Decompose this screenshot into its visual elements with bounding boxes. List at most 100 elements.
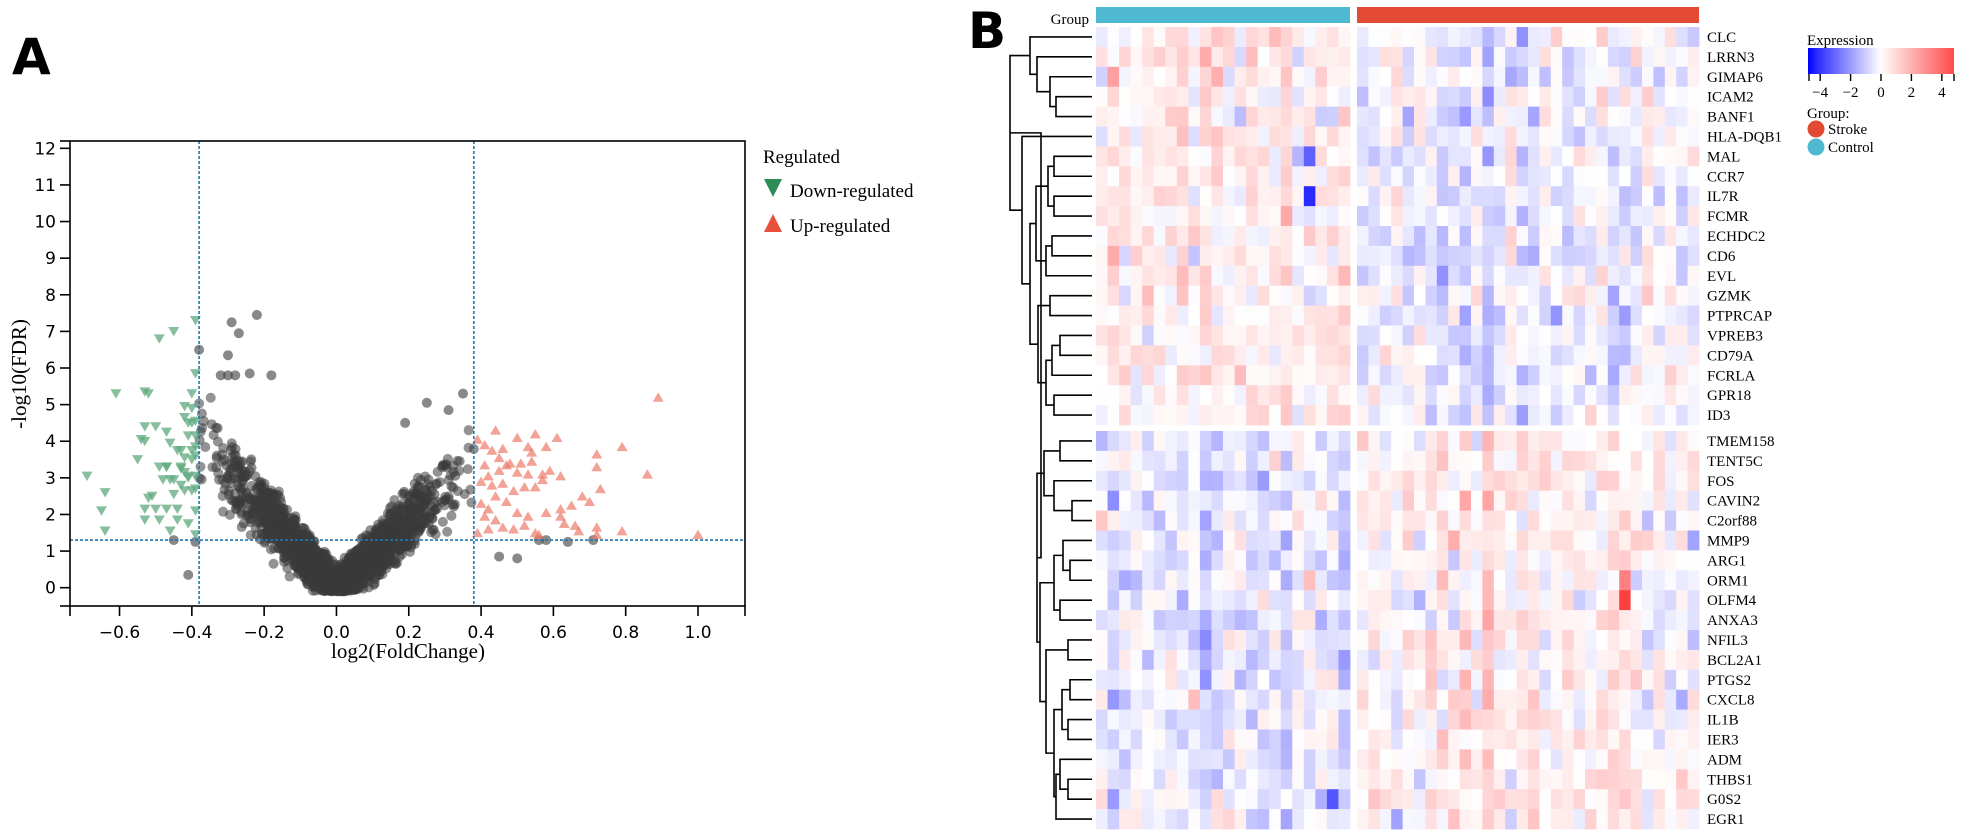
heatmap-cell xyxy=(1528,245,1540,267)
heatmap-cell xyxy=(1292,166,1305,187)
heatmap-cell xyxy=(1687,470,1700,492)
heatmap-cell xyxy=(1573,345,1586,366)
heatmap-cell xyxy=(1107,470,1120,492)
heatmap-cell xyxy=(1436,610,1449,631)
ns-point xyxy=(414,498,425,509)
heatmap-cell xyxy=(1687,226,1700,247)
heatmap-cell xyxy=(1550,450,1563,472)
heatmap-cell xyxy=(1246,405,1259,426)
heatmap-cell xyxy=(1539,86,1552,107)
heatmap-cell xyxy=(1687,450,1700,472)
heatmap-cell xyxy=(1107,510,1120,531)
heatmap-cell xyxy=(1338,106,1351,127)
heatmap-cell xyxy=(1516,186,1529,207)
down-regulated-point xyxy=(161,462,173,472)
heatmap-cell xyxy=(1687,305,1700,326)
heatmap-cell xyxy=(1096,590,1108,611)
heatmap-cell xyxy=(1292,649,1305,671)
heatmap-cell xyxy=(1199,365,1212,386)
heatmap-cell xyxy=(1642,570,1654,591)
heatmap-cell xyxy=(1292,385,1305,406)
heatmap-cell xyxy=(1573,365,1586,386)
dendrogram-branch-15 xyxy=(1037,304,1050,384)
heatmap-cell xyxy=(1379,510,1392,531)
heatmap-cell xyxy=(1142,809,1155,830)
heatmap-cell xyxy=(1119,146,1132,167)
heatmap-cell xyxy=(1505,66,1517,88)
heatmap-cell xyxy=(1664,490,1677,511)
heatmap-cell xyxy=(1562,689,1574,710)
heatmap-cell xyxy=(1471,510,1483,531)
heatmap-cell xyxy=(1096,649,1108,671)
heatmap-cell xyxy=(1414,245,1426,267)
heatmap-cell xyxy=(1326,206,1339,227)
ns-point xyxy=(462,464,473,475)
heatmap-cell xyxy=(1550,206,1563,227)
heatmap-cell xyxy=(1188,789,1201,810)
heatmap-cell xyxy=(1379,66,1392,88)
heatmap-cell xyxy=(1292,245,1305,267)
dendrogram-branch-5 xyxy=(1053,195,1092,217)
heatmap-cell xyxy=(1257,789,1270,810)
heatmap-cell xyxy=(1269,365,1282,386)
heatmap-cell xyxy=(1596,46,1609,68)
heatmap-cell xyxy=(1550,345,1563,366)
heatmap-cell xyxy=(1653,285,1666,306)
heatmap-cell xyxy=(1573,769,1586,790)
heatmap-cell xyxy=(1188,86,1201,107)
heatmap-cell xyxy=(1391,106,1403,127)
heatmap-cell xyxy=(1199,126,1212,147)
heatmap-cell xyxy=(1585,66,1597,88)
heatmap-cell xyxy=(1471,470,1483,492)
heatmap-cell xyxy=(1505,470,1517,492)
heatmap-cell xyxy=(1493,669,1506,691)
heatmap-cell xyxy=(1269,649,1282,671)
heatmap-cell xyxy=(1607,345,1620,366)
heatmap-cell xyxy=(1448,729,1460,750)
heatmap-cell xyxy=(1619,245,1631,267)
heatmap-row-fcmr xyxy=(1096,206,1700,227)
ns-point xyxy=(347,574,358,585)
heatmap-cell xyxy=(1280,450,1293,472)
heatmap-cell xyxy=(1326,345,1339,366)
heatmap-cell xyxy=(1630,450,1643,472)
heatmap-cell xyxy=(1585,186,1597,207)
heatmap-cell xyxy=(1391,590,1403,611)
heatmap-cell xyxy=(1630,146,1643,167)
heatmap-cell xyxy=(1269,809,1282,830)
heatmap-cell xyxy=(1303,405,1316,426)
heatmap-cell xyxy=(1368,809,1381,830)
heatmap-cell xyxy=(1315,345,1328,366)
heatmap-cell xyxy=(1107,146,1120,167)
heatmap-cell xyxy=(1223,126,1235,147)
heatmap-cell xyxy=(1391,550,1403,571)
heatmap-cell xyxy=(1676,769,1688,790)
heatmap-cell xyxy=(1096,550,1108,571)
heatmap-cell xyxy=(1573,66,1586,88)
heatmap-cell xyxy=(1550,265,1563,287)
heatmap-row-clc xyxy=(1096,27,1700,48)
heatmap-cell xyxy=(1425,530,1438,551)
heatmap-cell xyxy=(1471,345,1483,366)
heatmap-cell xyxy=(1505,450,1517,472)
heatmap-row-echdc2 xyxy=(1096,226,1700,247)
heatmap-cell xyxy=(1257,510,1270,531)
ns-point xyxy=(512,553,523,564)
heatmap-cell xyxy=(1142,206,1155,227)
heatmap-cell xyxy=(1326,610,1339,631)
heatmap-cell xyxy=(1596,285,1609,306)
heatmap-cell xyxy=(1269,206,1282,227)
heatmap-cell xyxy=(1562,166,1574,187)
heatmap-cell xyxy=(1280,66,1293,88)
heatmap-cell xyxy=(1585,265,1597,287)
heatmap-cell xyxy=(1292,265,1305,287)
heatmap-cell xyxy=(1391,186,1403,207)
dendrogram-branch-8 xyxy=(1045,245,1092,277)
heatmap-cell xyxy=(1234,709,1247,730)
heatmap-cell xyxy=(1459,305,1472,326)
heatmap-cell xyxy=(1425,206,1438,227)
heatmap-cell xyxy=(1619,649,1631,671)
heatmap-cell xyxy=(1130,470,1143,492)
heatmap-cell xyxy=(1402,405,1415,426)
up-regulated-point xyxy=(500,496,512,507)
